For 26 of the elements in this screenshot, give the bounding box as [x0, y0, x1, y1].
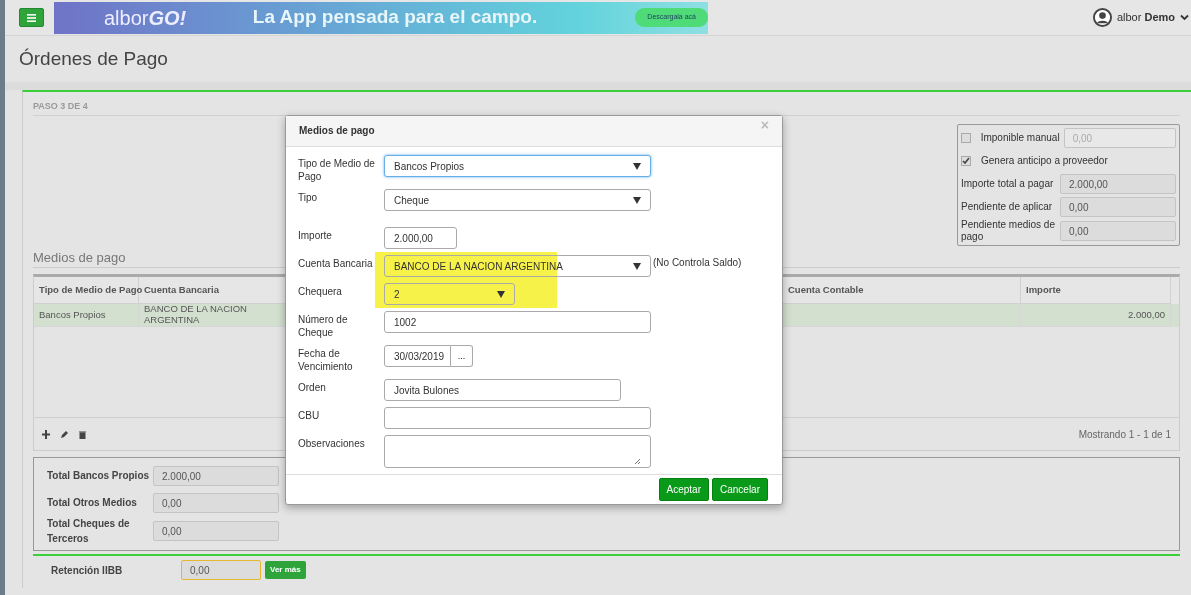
- field-label: Chequera: [298, 285, 343, 300]
- field-label: Tipo: [298, 191, 319, 206]
- field-label: Pendiente de aplicar: [961, 201, 1054, 213]
- field-label: Orden: [298, 381, 327, 396]
- modal-title: Medios de pago: [299, 125, 375, 138]
- field-label: Importe: [298, 229, 333, 244]
- field-label: Importe total a pagar: [961, 178, 1055, 190]
- banner-logo: alborGO!: [104, 5, 188, 31]
- note-text: (No Controla Saldo): [652, 256, 742, 271]
- field-label: Número de Cheque: [298, 313, 349, 340]
- total-label: Total Bancos Propios: [47, 469, 151, 483]
- total-label: Total Cheques de Terceros: [47, 517, 131, 546]
- field-label: Tipo de Medio de Pago: [298, 157, 376, 184]
- field-label: Fecha de Vencimiento: [298, 347, 354, 374]
- table-cell: 2.000,00: [1021, 304, 1171, 327]
- checkbox-label: Genera anticipo a proveedor: [980, 155, 1109, 167]
- page-title: Órdenes de Pago: [19, 47, 168, 71]
- table-cell: Bancos Propios: [34, 304, 139, 327]
- retention-label: Retención IIBB: [51, 563, 124, 578]
- checkbox-label: Imponible manual: [979, 132, 1060, 144]
- banner-tagline: La App pensada para el campo.: [252, 5, 539, 30]
- total-label: Total Otros Medios: [47, 496, 138, 510]
- field-label: CBU: [298, 409, 321, 424]
- field-label: Observaciones: [298, 437, 366, 452]
- pager-info: Mostrando 1 - 1 de 1: [1078, 427, 1171, 442]
- field-label: Pendiente medios de pago: [961, 218, 1056, 243]
